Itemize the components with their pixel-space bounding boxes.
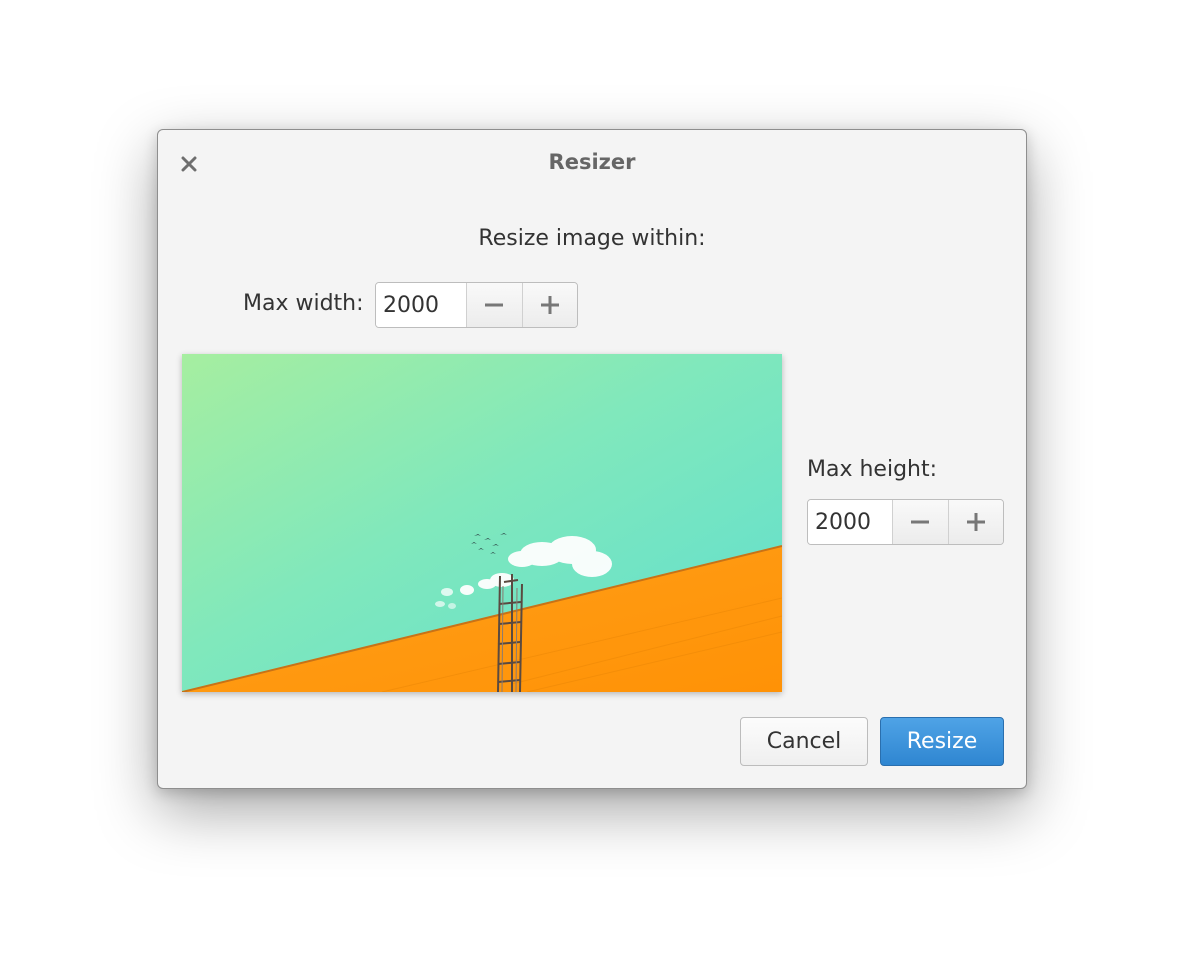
max-width-label: Max width: [243, 291, 364, 316]
image-preview [182, 354, 782, 692]
max-width-spinbutton [375, 282, 578, 328]
minus-icon [911, 520, 930, 524]
resizer-dialog: Resizer Resize image within: Max width: [157, 129, 1027, 789]
max-width-input[interactable] [376, 283, 466, 327]
minus-icon [485, 303, 504, 307]
window-title: Resizer [548, 150, 636, 174]
plus-icon [540, 296, 559, 314]
max-width-increment-button[interactable] [521, 283, 577, 327]
plus-icon [966, 513, 985, 531]
max-height-label: Max height: [807, 457, 938, 482]
max-height-spinbutton [807, 499, 1004, 545]
max-height-decrement-button[interactable] [892, 500, 948, 544]
max-height-increment-button[interactable] [947, 500, 1003, 544]
cancel-button[interactable]: Cancel [740, 717, 868, 766]
resize-instruction: Resize image within: [478, 226, 706, 251]
max-height-input[interactable] [808, 500, 892, 544]
max-width-decrement-button[interactable] [466, 283, 522, 327]
resize-button[interactable]: Resize [880, 717, 1004, 766]
